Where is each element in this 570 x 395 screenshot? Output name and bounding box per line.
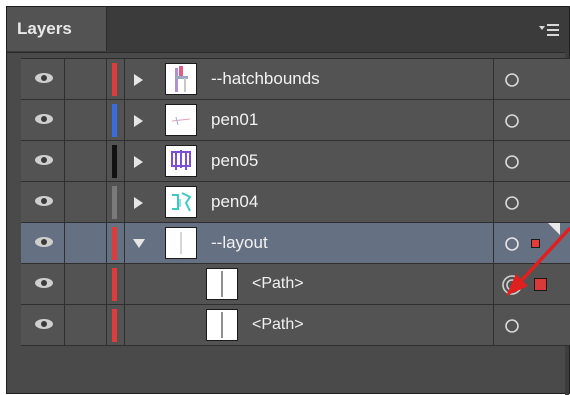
eye-icon [35,278,53,288]
column-divider [493,59,494,99]
eye-icon [35,73,53,83]
visibility-toggle[interactable] [21,182,65,222]
target-circle-icon[interactable] [504,195,520,211]
layer-row[interactable]: --hatchbounds [21,59,570,100]
hatch-thumbnail [165,63,197,95]
column-divider [493,223,494,263]
eye-icon [35,196,53,206]
expand-triangle-icon[interactable] [132,73,144,87]
eye-icon [35,114,53,124]
pen01-thumbnail [165,104,197,136]
layer-color-indicator [112,145,117,178]
target-circle-icon[interactable] [504,113,520,129]
layer-color-indicator [112,104,117,137]
layer-name[interactable]: --hatchbounds [211,59,320,99]
column-divider [493,100,494,140]
column-divider [124,305,125,345]
pen05-thumbnail [165,145,197,177]
column-divider [493,141,494,181]
layer-name[interactable]: --layout [211,223,268,263]
layers-panel: Layers --hatchbounds pen01 pen05 pen04 -… [6,6,570,395]
column-divider [493,182,494,222]
pen04-thumbnail [165,186,197,218]
column-divider [124,141,125,181]
target-circle-icon[interactable] [504,72,520,88]
visibility-toggle[interactable] [21,59,65,99]
lock-toggle[interactable] [65,100,107,140]
layer-list: --hatchbounds pen01 pen05 pen04 --layout… [21,58,570,379]
panel-menu-icon[interactable] [537,21,561,39]
panel-tab-bar: Layers [7,7,569,53]
layer-row-selected[interactable]: --layout [21,223,570,264]
layer-color-indicator [112,186,117,219]
column-divider [124,100,125,140]
layer-color-indicator [112,63,117,96]
sublayer-row[interactable]: <Path> [21,305,570,346]
path-thumbnail [206,309,238,341]
target-circle-icon[interactable] [504,236,520,252]
sublayer-name[interactable]: <Path> [252,264,304,304]
layer-name[interactable]: pen01 [211,100,258,140]
target-circle-icon[interactable] [504,154,520,170]
selection-indicator-small[interactable] [531,239,540,248]
lock-toggle[interactable] [65,141,107,181]
target-circle-icon[interactable] [504,318,520,334]
visibility-toggle[interactable] [21,223,65,263]
eye-icon [35,155,53,165]
lock-toggle[interactable] [65,223,107,263]
layer-name[interactable]: pen05 [211,141,258,181]
expand-triangle-icon[interactable] [132,155,144,169]
selection-indicator-large[interactable] [534,278,547,291]
path-thumbnail [206,268,238,300]
eye-icon [35,237,53,247]
column-divider [124,59,125,99]
targeted-circle-icon[interactable] [501,274,523,296]
expand-triangle-icon[interactable] [132,114,144,128]
lock-toggle[interactable] [65,182,107,222]
collapse-triangle-icon[interactable] [132,237,146,249]
visibility-toggle[interactable] [21,141,65,181]
tab-layers[interactable]: Layers [7,7,107,51]
layout-thumbnail [165,227,197,259]
visibility-toggle[interactable] [21,264,65,304]
column-divider [124,223,125,263]
sublayer-name[interactable]: <Path> [252,305,304,345]
eye-icon [35,319,53,329]
sublayer-row[interactable]: <Path> [21,264,570,305]
column-divider [493,264,494,304]
visibility-toggle[interactable] [21,305,65,345]
selection-corner-icon [548,223,560,235]
expand-triangle-icon[interactable] [132,196,144,210]
layer-name[interactable]: pen04 [211,182,258,222]
lock-toggle[interactable] [65,264,107,304]
column-divider [124,182,125,222]
layer-color-indicator [112,309,117,342]
column-divider [124,264,125,304]
visibility-toggle[interactable] [21,100,65,140]
layer-row[interactable]: pen05 [21,141,570,182]
layer-color-indicator [112,268,117,301]
layer-row[interactable]: pen04 [21,182,570,223]
column-divider [493,305,494,345]
layer-row[interactable]: pen01 [21,100,570,141]
lock-toggle[interactable] [65,59,107,99]
lock-toggle[interactable] [65,305,107,345]
layer-color-indicator [112,227,117,260]
